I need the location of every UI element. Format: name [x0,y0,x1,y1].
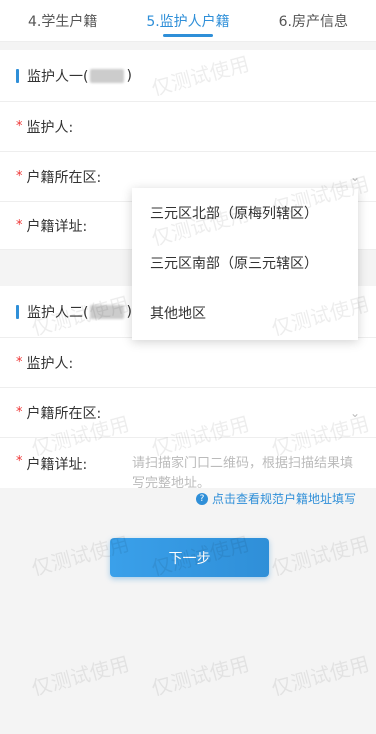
guardian2-detail-label: 户籍详址: [26,457,88,473]
guardian2-name-label: 监护人: [26,355,74,372]
required-mark: * [16,355,23,370]
guardian1-title: 监护人一( ) [0,50,376,102]
address-hint-link[interactable]: ? 点击查看规范户籍地址填写 [196,490,356,507]
question-circle-icon: ? [196,492,208,505]
guardian2-district-select[interactable]: * 户籍所在区: ⌄ [0,388,376,438]
required-mark: * [16,119,23,134]
guardian2-detail-textarea[interactable]: 请扫描家门口二维码，根据扫描结果填写完整地址。 [132,454,364,494]
guardian1-name-label: 监护人: [26,119,74,136]
tab-property-info[interactable]: 6.房产信息 [251,0,376,41]
chevron-down-icon: ⌄ [349,169,360,184]
guardian1-blurred-name [90,68,125,83]
watermark-text: 仅测试使用 [148,651,252,701]
watermark-text: 仅测试使用 [28,651,132,701]
guardian2-district-label: 户籍所在区: [26,405,102,422]
dropdown-option-sanyuan-south[interactable]: 三元区南部（原三元辖区） [132,238,358,288]
watermark-text: 仅测试使用 [268,651,372,701]
dropdown-option-other[interactable]: 其他地区 [132,288,358,338]
dropdown-option-sanyuan-north[interactable]: 三元区北部（原梅列辖区） [132,188,358,238]
required-mark: * [16,218,23,233]
guardian1-detail-label: 户籍详址: [26,218,88,235]
guardian2-name-row[interactable]: * 监护人: [0,338,376,388]
tab-guardian-household[interactable]: 5.监护人户籍 [125,0,250,41]
guardian1-district-label: 户籍所在区: [26,169,102,186]
tab-student-household[interactable]: 4.学生户籍 [0,0,125,41]
watermark-text: 仅测试使用 [268,531,372,581]
section-accent-bar [16,304,19,319]
next-step-button[interactable]: 下一步 [110,538,269,577]
required-mark: * [16,405,23,420]
guardian1-name-row[interactable]: * 监护人: [0,102,376,152]
guardian1-title-text: 监护人一( [27,68,89,85]
required-mark: * [16,169,23,184]
guardian1-title-suffix: ) [126,67,132,84]
address-hint-text: 点击查看规范户籍地址填写 [212,492,357,506]
guardian2-detail-row: * 户籍详址: 请扫描家门口二维码，根据扫描结果填写完整地址。 [0,438,376,491]
step-tabs: 4.学生户籍 5.监护人户籍 6.房产信息 [0,0,376,42]
district-dropdown: 三元区北部（原梅列辖区） 三元区南部（原三元辖区） 其他地区 [132,188,358,340]
required-mark: * [16,454,23,469]
section-accent-bar [16,68,19,83]
chevron-down-icon: ⌄ [349,405,360,420]
guardian2-title-text: 监护人二( [27,304,89,321]
guardian2-blurred-name [90,304,125,319]
